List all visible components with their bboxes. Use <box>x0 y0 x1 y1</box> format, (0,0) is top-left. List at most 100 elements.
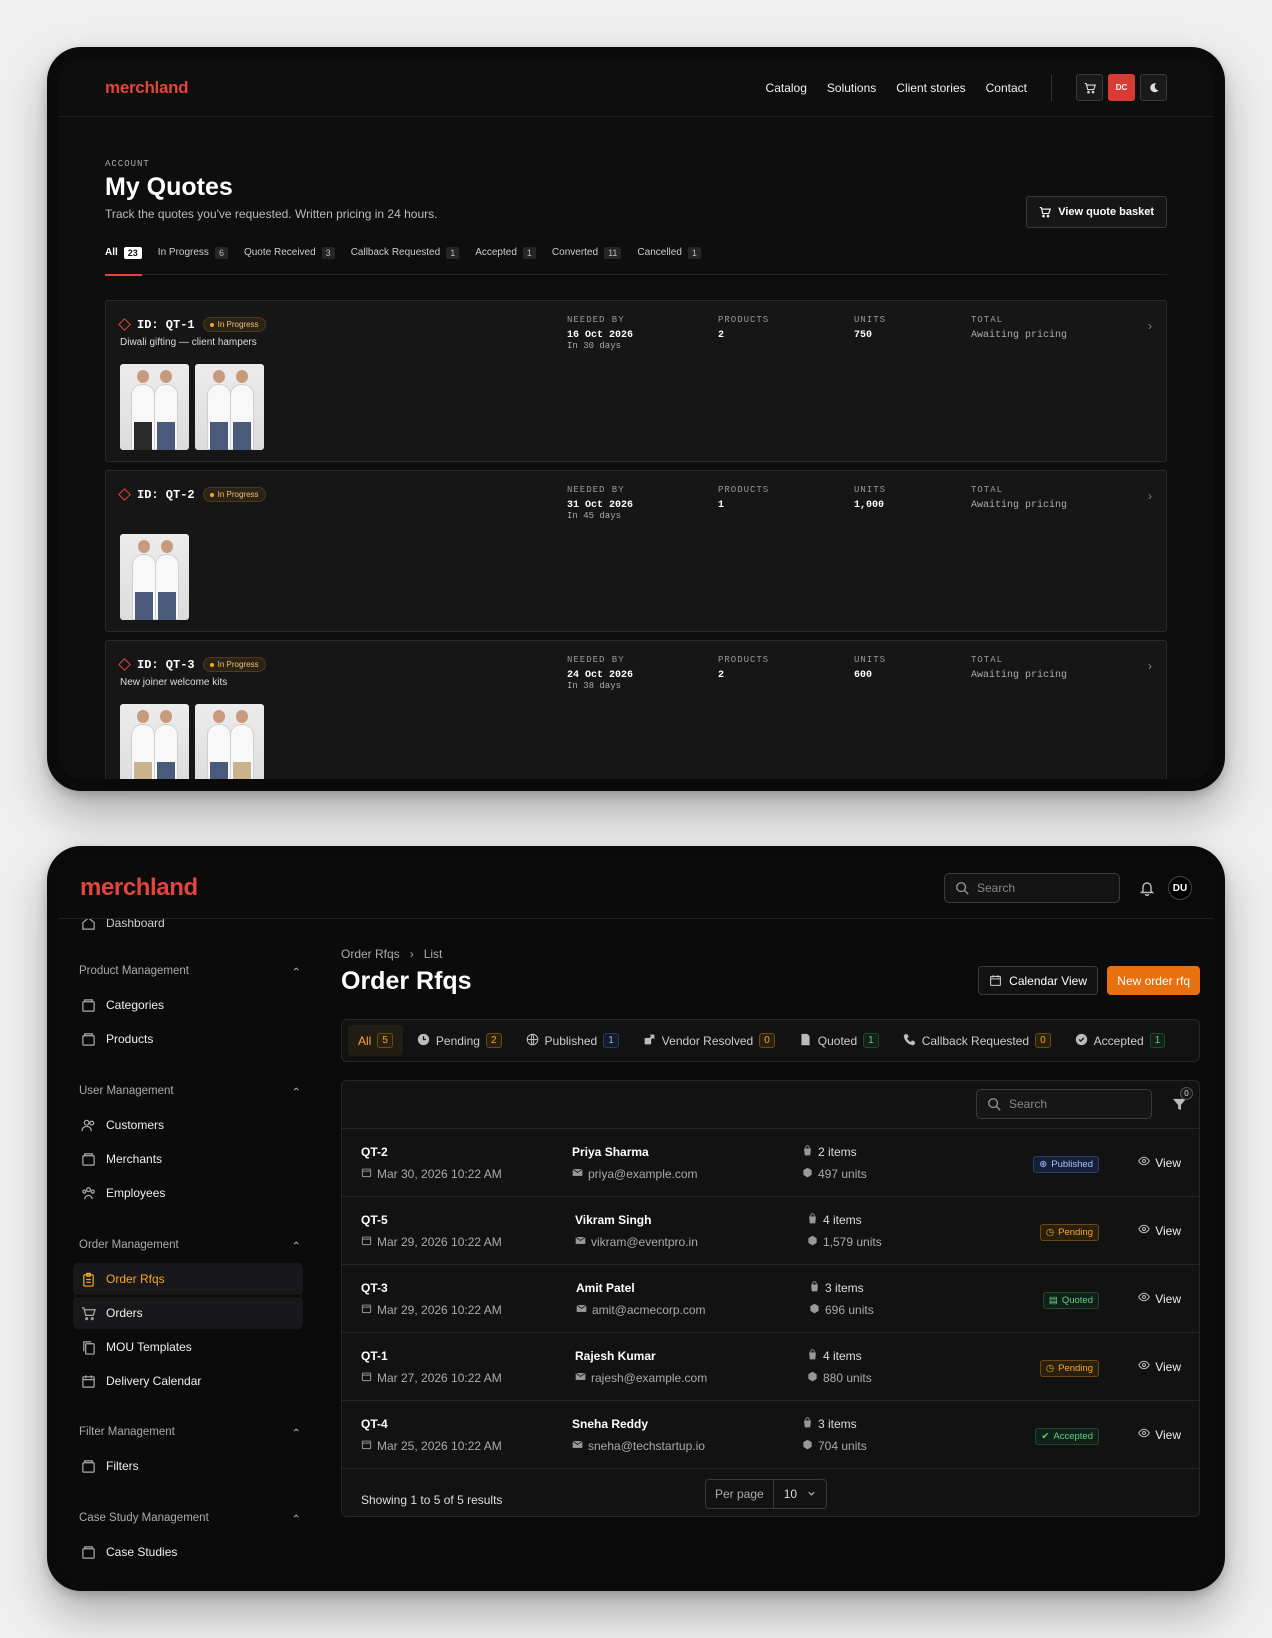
chevron-right-icon[interactable]: › <box>1148 659 1152 673</box>
section-filter-management[interactable]: Filter Management ⌃ <box>79 1426 301 1440</box>
sidebar-item-case-studies[interactable]: Case Studies <box>73 1536 303 1568</box>
table-row[interactable]: QT-1 Mar 27, 2026 10:22 AM Rajesh Kumar … <box>342 1333 1199 1401</box>
section-product-management[interactable]: Product Management ⌃ <box>79 965 301 979</box>
view-button[interactable]: View <box>1138 1223 1181 1238</box>
table-row[interactable]: QT-5 Mar 29, 2026 10:22 AM Vikram Singh … <box>342 1197 1199 1265</box>
brand-logo[interactable]: merchland <box>80 874 198 902</box>
tab-callback-requested[interactable]: Callback Requested 1 <box>351 247 460 275</box>
nav-contact-link[interactable]: Contact <box>986 81 1027 95</box>
tab-quoted[interactable]: Quoted 1 <box>789 1025 889 1056</box>
sidebar-item-delivery-calendar[interactable]: Delivery Calendar <box>73 1365 303 1397</box>
needed-by-col: NEEDED BY 16 Oct 2026 In 30 days <box>567 315 633 351</box>
email-text: amit@acmecorp.com <box>592 1303 706 1317</box>
table-row[interactable]: QT-3 Mar 29, 2026 10:22 AM Amit Patel am… <box>342 1265 1199 1333</box>
units-count: 750 <box>854 330 873 341</box>
chevron-right-icon[interactable]: › <box>1148 319 1152 333</box>
user-avatar-button[interactable]: DC <box>1108 74 1135 101</box>
breadcrumb-order-rfqs[interactable]: Order Rfqs <box>341 947 400 961</box>
view-button[interactable]: View <box>1138 1291 1181 1306</box>
chevron-up-icon: ⌃ <box>291 1087 301 1099</box>
rfq-date: Mar 25, 2026 10:22 AM <box>361 1439 502 1453</box>
product-thumbnail[interactable] <box>195 364 264 450</box>
cube-icon <box>802 1439 813 1453</box>
view-button[interactable]: View <box>1138 1427 1181 1442</box>
per-page-select[interactable]: Per page 10 <box>705 1479 828 1509</box>
tab-count: 5 <box>377 1033 393 1048</box>
sidebar-item-merchants[interactable]: Merchants <box>73 1143 303 1175</box>
rfq-id[interactable]: QT-5 <box>361 1213 388 1227</box>
table-row[interactable]: QT-2 Mar 30, 2026 10:22 AM Priya Sharma … <box>342 1129 1199 1197</box>
calendar-view-button[interactable]: Calendar View <box>978 966 1098 995</box>
sidebar-item-products[interactable]: Products <box>73 1023 303 1055</box>
sidebar-item-categories[interactable]: Categories <box>73 989 303 1021</box>
table-search-input[interactable]: Search <box>976 1089 1152 1119</box>
sidebar-item-label: MOU Templates <box>106 1340 192 1354</box>
tab-all[interactable]: All 5 <box>348 1025 403 1056</box>
date-text: Mar 30, 2026 10:22 AM <box>377 1167 502 1181</box>
tab-callback-requested[interactable]: Callback Requested 0 <box>893 1025 1061 1056</box>
tab-all[interactable]: All 23 <box>105 247 142 276</box>
table-row[interactable]: QT-4 Mar 25, 2026 10:22 AM Sneha Reddy s… <box>342 1401 1199 1469</box>
section-user-management[interactable]: User Management ⌃ <box>79 1085 301 1099</box>
tab-converted[interactable]: Converted 11 <box>552 247 622 275</box>
nav-client-stories-link[interactable]: Client stories <box>896 81 965 95</box>
status-text: Pending <box>1058 1363 1093 1374</box>
sidebar-item-order-rfqs[interactable]: Order Rfqs <box>73 1263 303 1295</box>
section-case-study-management[interactable]: Case Study Management ⌃ <box>79 1512 301 1526</box>
product-thumbnail[interactable] <box>120 364 189 450</box>
rfq-id[interactable]: QT-4 <box>361 1417 388 1431</box>
units-text: 880 units <box>823 1371 872 1385</box>
tab-in-progress[interactable]: In Progress 6 <box>158 247 228 275</box>
rfq-id[interactable]: QT-2 <box>361 1145 388 1159</box>
eye-icon <box>1138 1359 1151 1374</box>
quote-card[interactable]: ID: QT-2 In Progress NEEDED BY 31 Oct 2026… <box>105 470 1167 632</box>
product-thumbnail[interactable] <box>120 704 189 779</box>
sidebar-item-employees[interactable]: Employees <box>73 1177 303 1209</box>
sidebar-item-filters[interactable]: Filters <box>73 1450 303 1482</box>
product-thumbnail[interactable] <box>120 534 189 620</box>
rfq-items: 4 items <box>807 1213 862 1227</box>
sidebar-item-mou-templates[interactable]: MOU Templates <box>73 1331 303 1363</box>
mail-icon <box>572 1439 583 1453</box>
tab-published[interactable]: Published 1 <box>516 1025 629 1056</box>
chevron-right-icon[interactable]: › <box>1148 489 1152 503</box>
quote-card[interactable]: ID: QT-1 In Progress Diwali gifting — cli… <box>105 300 1167 462</box>
global-search-input[interactable]: Search <box>944 873 1120 903</box>
view-button[interactable]: View <box>1138 1155 1181 1170</box>
section-order-management[interactable]: Order Management ⌃ <box>79 1239 301 1253</box>
new-order-rfq-button[interactable]: New order rfq <box>1107 966 1200 995</box>
tab-quote-received[interactable]: Quote Received 3 <box>244 247 335 275</box>
cart-button[interactable] <box>1076 74 1103 101</box>
section-label: Product Management <box>79 965 189 977</box>
quote-card[interactable]: ID: QT-3 In Progress New joiner welcome k… <box>105 640 1167 779</box>
view-button[interactable]: View <box>1138 1359 1181 1374</box>
brand-logo[interactable]: merchland <box>105 78 189 98</box>
sidebar-item-customers[interactable]: Customers <box>73 1109 303 1141</box>
status-text: Accepted <box>1053 1431 1093 1442</box>
nav-solutions-link[interactable]: Solutions <box>827 81 876 95</box>
rfq-id[interactable]: QT-1 <box>361 1349 388 1363</box>
status-badge: ⊕ Published <box>1033 1156 1099 1173</box>
product-thumbnail[interactable] <box>195 704 264 779</box>
tab-pending[interactable]: Pending 2 <box>407 1025 512 1056</box>
sidebar-item-orders[interactable]: Orders <box>73 1297 303 1329</box>
products-col: PRODUCTS 1 <box>718 485 769 511</box>
section-label: User Management <box>79 1085 174 1097</box>
view-label: View <box>1155 1223 1181 1238</box>
user-avatar[interactable]: DU <box>1168 876 1192 900</box>
tab-accepted[interactable]: Accepted 1 <box>475 247 536 275</box>
view-quote-basket-button[interactable]: View quote basket <box>1026 196 1167 228</box>
view-label: View <box>1155 1155 1181 1170</box>
admin-topbar: merchland Search DU <box>59 858 1213 919</box>
filter-icon[interactable] <box>1172 1097 1187 1117</box>
eye-icon <box>1138 1427 1151 1442</box>
nav-catalog-link[interactable]: Catalog <box>766 81 807 95</box>
tab-vendor-resolved[interactable]: Vendor Resolved 0 <box>633 1025 785 1056</box>
tab-cancelled[interactable]: Cancelled 1 <box>637 247 701 275</box>
tab-accepted[interactable]: Accepted 1 <box>1065 1025 1176 1056</box>
rfq-id[interactable]: QT-3 <box>361 1281 388 1295</box>
units-text: 1,579 units <box>823 1235 882 1249</box>
bell-icon[interactable] <box>1138 879 1156 897</box>
theme-toggle-button[interactable] <box>1140 74 1167 101</box>
cart-icon <box>1084 82 1096 93</box>
